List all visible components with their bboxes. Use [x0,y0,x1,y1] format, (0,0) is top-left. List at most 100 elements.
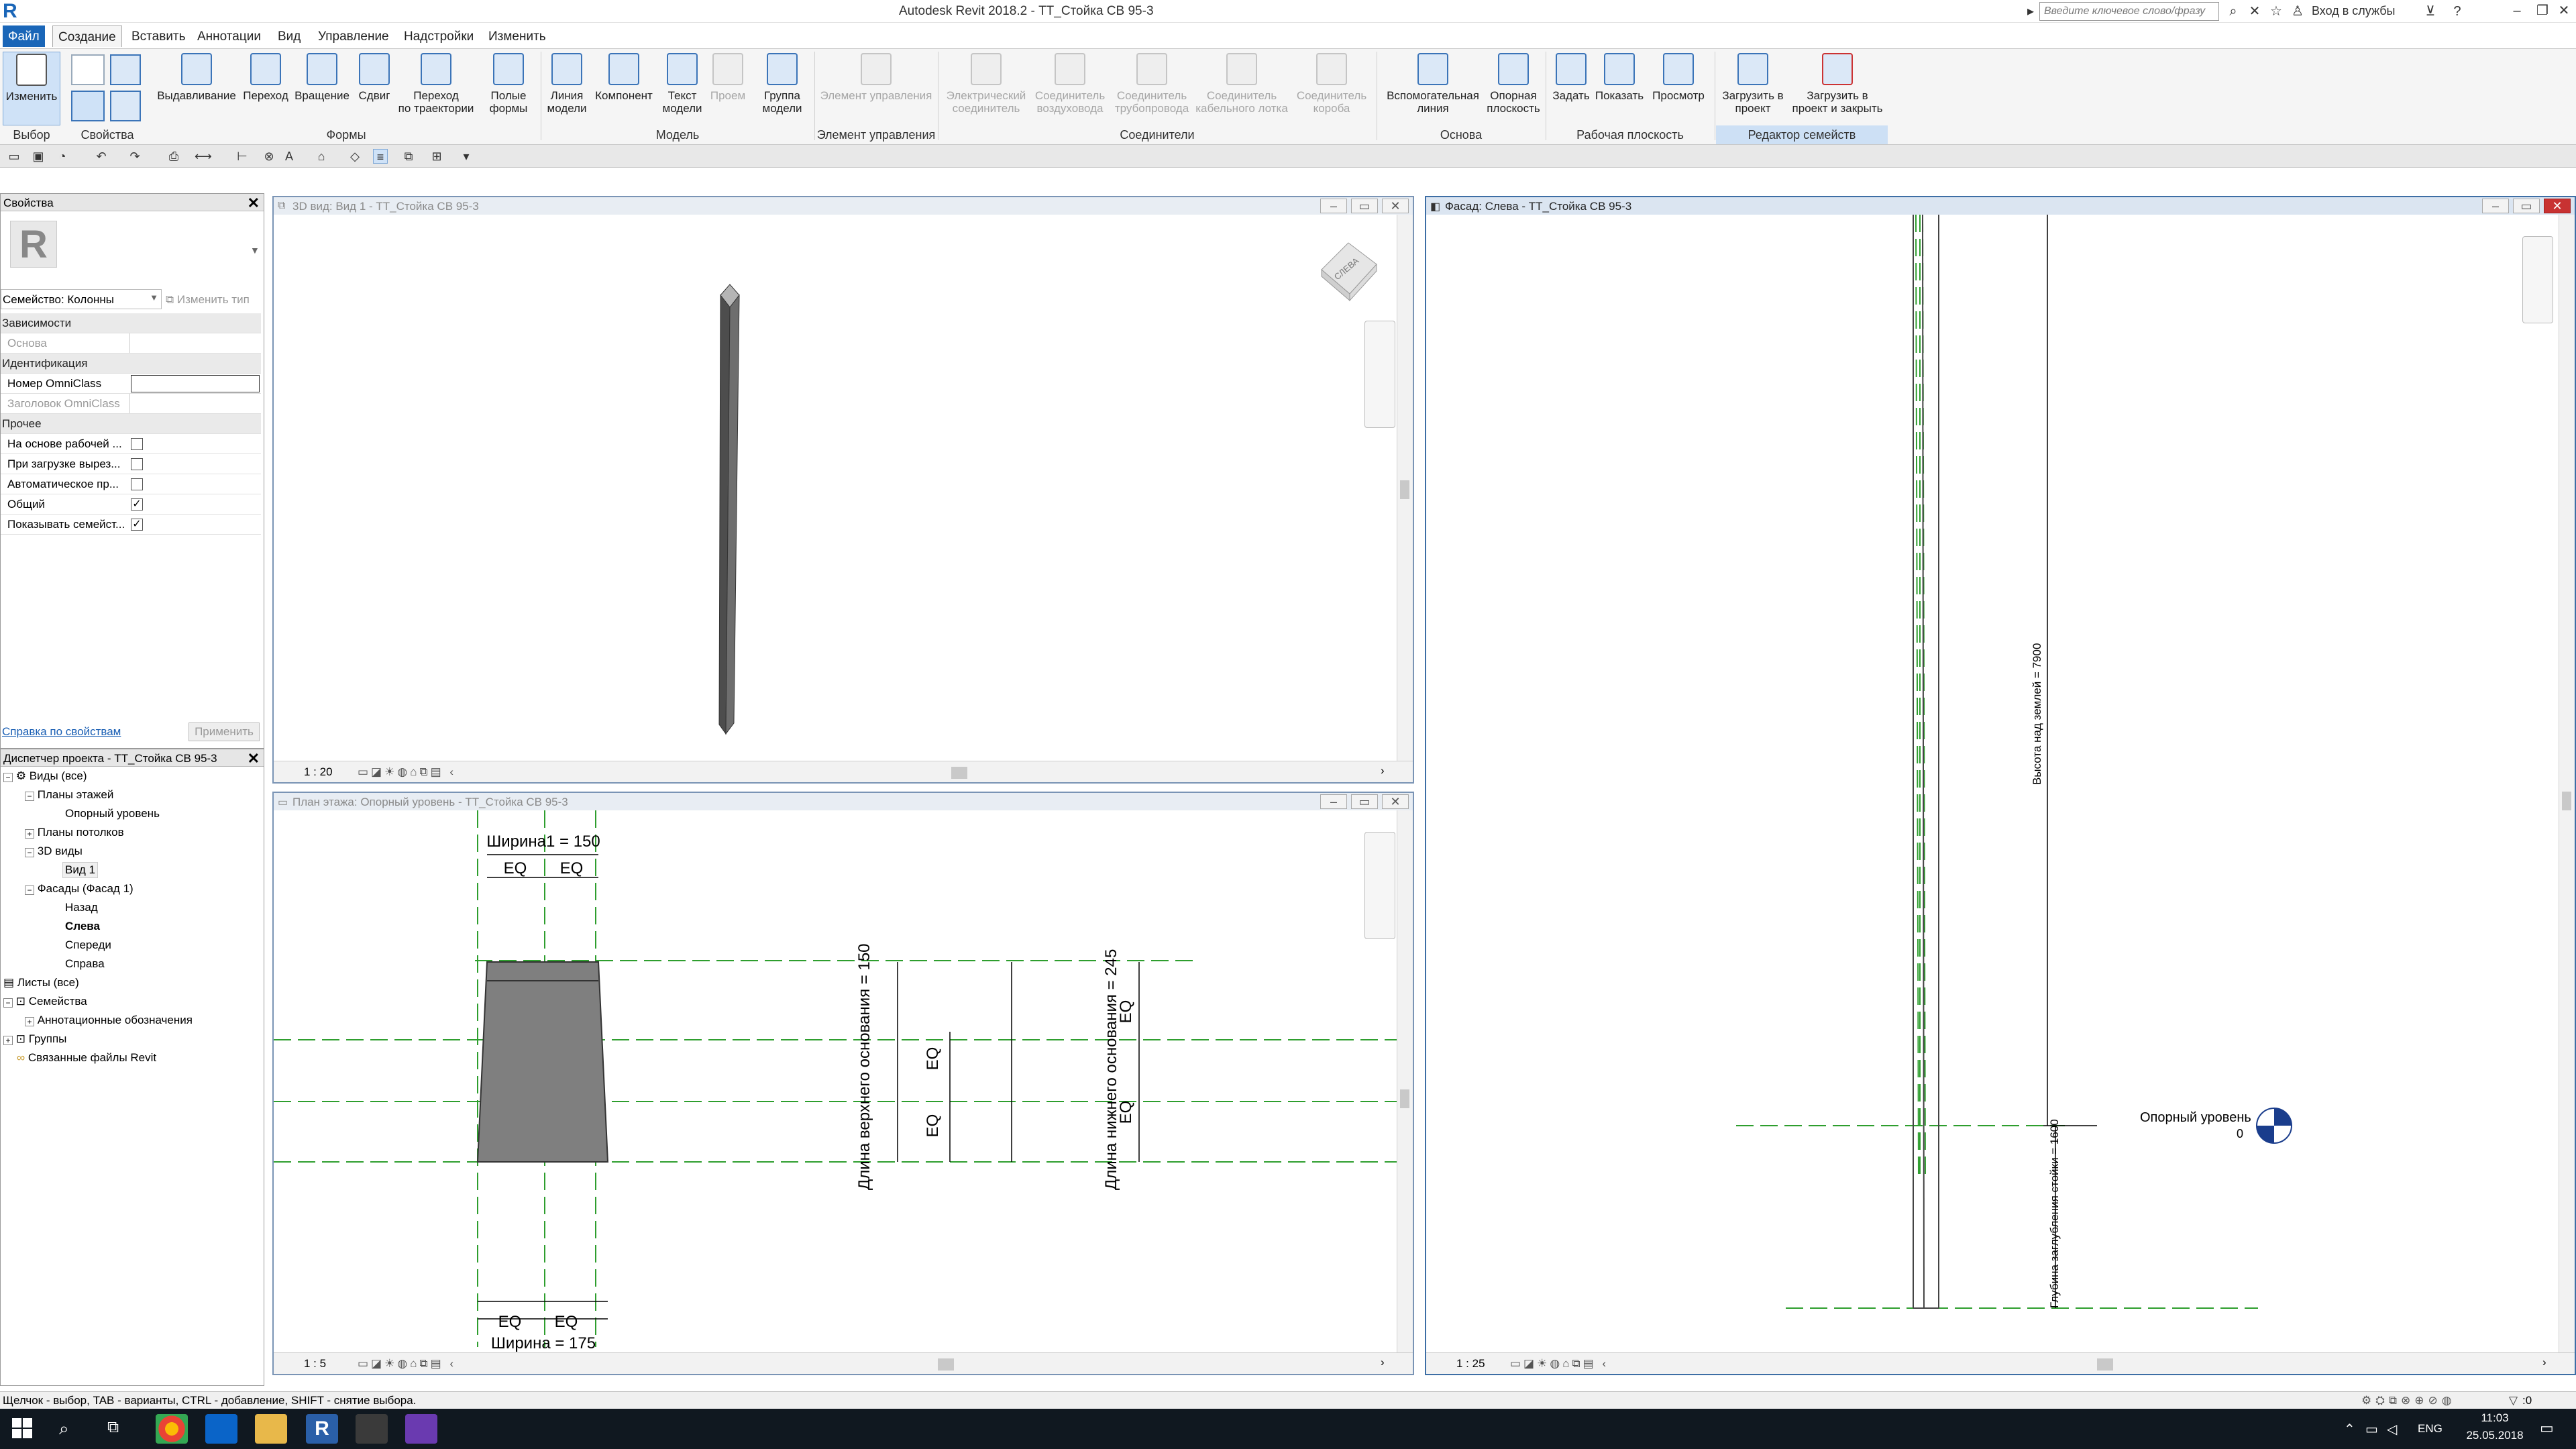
tree-item[interactable]: − 3D виды [25,845,83,858]
reference-plane-button[interactable]: Опорная плоскость [1484,52,1543,125]
tab-create[interactable]: Создание [52,25,122,47]
3d-view-icon[interactable]: ⌂ [314,149,329,164]
omniclass-number-input[interactable] [131,375,260,392]
close-icon[interactable]: ✕ [2544,199,2571,213]
swept-blend-button[interactable]: Переход по траектории [394,52,478,125]
pipe-connector-button[interactable]: Соединитель трубопровода [1108,52,1195,125]
family-types-icon[interactable] [110,54,141,85]
eq-label[interactable]: EQ [1117,1000,1135,1024]
dim-width1-label[interactable]: Ширина1 = 150 [486,833,600,851]
text-icon[interactable]: A [282,149,297,164]
level-head-icon[interactable] [2256,1108,2292,1144]
expand-icon[interactable]: + [25,1017,34,1026]
clock-time[interactable]: 11:03 [2465,1411,2525,1425]
opening-button[interactable]: Проем [706,52,750,125]
tab-file[interactable]: Файл [3,25,45,47]
collapse-icon[interactable]: − [25,848,34,857]
level-value-label[interactable]: 0 [2237,1127,2243,1140]
show-workplane-button[interactable]: Показать [1591,52,1648,125]
login-link[interactable]: Вход в службы [2312,4,2395,18]
close-hidden-icon[interactable]: ⧉ [401,149,416,164]
view-control-icons[interactable]: ▭◪☀◍⌂⧉▤ ‹ [358,765,456,779]
search-input[interactable]: Введите ключевое слово/фразу [2039,2,2219,21]
view-plan-window[interactable]: ▭ План этажа: Опорный уровень - ТТ_Стойк… [272,792,1414,1375]
h-scroll-thumb[interactable] [938,1358,954,1371]
view-scale[interactable]: 1 : 5 [304,1357,326,1371]
user-icon[interactable]: ♙ [2289,3,2306,20]
minimize-icon[interactable]: – [1320,794,1347,809]
tree-item[interactable]: + ⊡ Группы [3,1032,66,1046]
notifications-icon[interactable]: ▭ [2540,1419,2554,1437]
eq-label[interactable]: EQ [924,1114,942,1138]
duct-connector-button[interactable]: Соединитель воздуховода [1028,52,1112,125]
tab-view[interactable]: Вид [272,25,306,47]
section-other[interactable]: Прочее [1,414,261,434]
section-identity[interactable]: Идентификация [1,354,261,374]
tree-item[interactable]: + Планы потолков [25,826,124,839]
tree-item[interactable]: − ⊡ Семейства [3,995,87,1008]
file-explorer-icon[interactable] [255,1414,287,1444]
shared-checkbox[interactable]: ✓ [131,498,143,511]
scroll-thumb[interactable] [1400,1089,1409,1108]
group-select[interactable]: Выбор [3,125,60,144]
view-control-icons[interactable]: ▭◪☀◍⌂⧉▤ ‹ [358,1357,456,1371]
close-icon[interactable]: ✕ [1382,794,1409,809]
tree-item[interactable]: − ⚙ Виды (все) [3,769,87,783]
tree-item[interactable]: Спереди [65,938,111,952]
switch-windows-icon[interactable]: ⊞ [429,149,444,164]
volume-icon[interactable]: ◁ [2387,1421,2397,1438]
tab-modify[interactable]: Изменить [483,25,551,47]
scroll-right-icon[interactable]: › [1381,764,1385,777]
app-icon[interactable] [356,1414,388,1444]
dim-depth-label[interactable]: Глубина заглубления стойки = 1600 [2048,1119,2061,1308]
electrical-connector-button[interactable]: Электрический соединитель [939,52,1033,125]
language-indicator[interactable]: ENG [2418,1422,2443,1436]
level-name-label[interactable]: Опорный уровень [2140,1110,2251,1125]
h-scroll-thumb[interactable] [951,767,967,779]
workplane-based-checkbox[interactable] [131,438,143,450]
viewer-button[interactable]: Просмотр [1646,52,1711,125]
binoculars-icon[interactable]: ⌕ [2224,3,2242,20]
view-3d-window[interactable]: ⧉ 3D вид: Вид 1 - ТТ_Стойка СВ 95-3 – ▭ ✕ … [272,196,1414,784]
redo-icon[interactable]: ↷ [127,149,142,164]
eq-label[interactable]: EQ [560,859,584,877]
view-plan-canvas[interactable]: Ширина1 = 150 EQ EQ EQ EQ Ширина = 175 Д… [274,810,1398,1354]
cut-on-load-checkbox[interactable] [131,458,143,470]
maximize-icon[interactable]: ▭ [2513,199,2540,213]
sweep-button[interactable]: Сдвиг [353,52,396,125]
navigation-bar[interactable] [1364,321,1395,428]
tree-item[interactable]: ∞ Связанные файлы Revit [17,1051,156,1065]
blend-button[interactable]: Переход [239,52,292,125]
maximize-icon[interactable]: ▭ [1351,199,1378,213]
family-category-icon[interactable] [71,54,105,85]
dim-lower-length-label[interactable]: Длина нижнего основания = 245 [1102,949,1120,1190]
extrusion-button[interactable]: Выдавливание [153,52,240,125]
selection-filter-icons[interactable]: ⚙⛭⧉⊗⊕⊘◍ [2361,1394,2456,1407]
load-into-project-button[interactable]: Загрузить в проект [1716,52,1790,125]
scroll-thumb[interactable] [2562,792,2571,810]
thin-lines-icon[interactable]: ≡ [373,149,388,164]
expand-icon[interactable]: + [3,1036,13,1045]
properties-icon[interactable] [71,91,105,121]
section-icon[interactable]: ◇ [347,149,362,164]
load-and-close-button[interactable]: Загрузить в проект и закрыть [1787,52,1888,125]
expand-arrow-icon[interactable]: ▸ [2022,3,2039,20]
family-params-icon[interactable] [110,91,141,121]
tree-item-selected[interactable]: Вид 1 [62,862,98,878]
component-button[interactable]: Компонент [590,52,657,125]
collapse-icon[interactable]: − [25,792,34,801]
dim-height-label[interactable]: Высота над землей = 7900 [2031,643,2043,785]
control-button[interactable]: Элемент управления [816,52,936,125]
void-forms-button[interactable]: Полые формы [482,52,535,125]
scroll-thumb[interactable] [1400,480,1409,499]
revit-logo-icon[interactable]: R [3,0,23,22]
section-constraints[interactable]: Зависимости [1,313,261,333]
clock-date[interactable]: 25.05.2018 [2458,1429,2532,1442]
set-workplane-button[interactable]: Задать [1547,52,1595,125]
reference-line-button[interactable]: Вспомогательная линия [1378,52,1488,125]
measure-icon[interactable]: ⟷ [195,149,212,164]
app-icon[interactable] [405,1414,437,1444]
sync-icon[interactable]: ◔ [55,149,70,164]
dimension-icon[interactable]: ⊢ [235,149,250,164]
navigation-bar[interactable] [1364,832,1395,939]
